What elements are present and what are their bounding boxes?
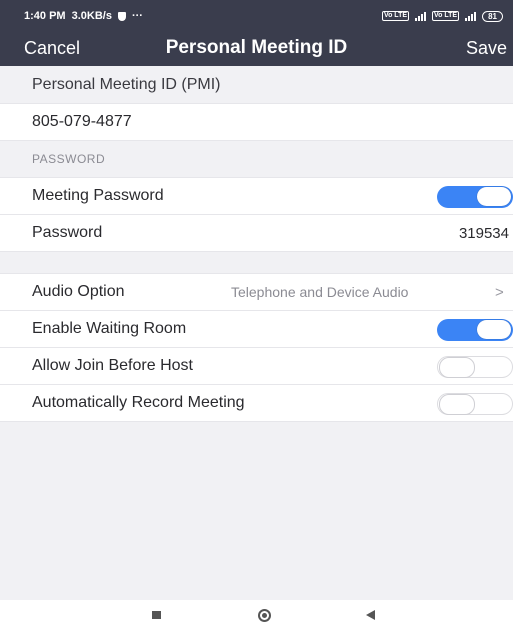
join-before-host-row[interactable]: Allow Join Before Host	[0, 348, 513, 385]
battery-icon: 81	[482, 10, 503, 22]
meeting-password-toggle[interactable]	[437, 186, 513, 208]
recent-apps-icon[interactable]	[152, 611, 161, 619]
waiting-room-toggle[interactable]	[437, 319, 513, 341]
nav-bar: Cancel Personal Meeting ID Save	[0, 32, 513, 66]
password-value[interactable]: 319534	[459, 225, 509, 242]
join-before-host-toggle[interactable]	[437, 356, 513, 378]
pmi-label-row: Personal Meeting ID (PMI)	[0, 66, 513, 104]
password-section-label: PASSWORD	[32, 152, 106, 166]
signal-icon-2	[465, 11, 477, 21]
toggle-knob	[439, 357, 475, 378]
audio-option-label: Audio Option	[32, 283, 125, 300]
signal-icon	[415, 11, 427, 21]
status-network-speed: 3.0KB/s	[71, 10, 112, 22]
password-section-header: PASSWORD	[0, 141, 513, 178]
pmi-value: 805-079-4877	[32, 113, 132, 130]
join-before-host-label: Allow Join Before Host	[32, 357, 193, 374]
auto-record-toggle[interactable]	[437, 393, 513, 415]
toggle-knob	[439, 394, 475, 415]
status-more-dots: ···	[131, 10, 143, 22]
password-label: Password	[32, 224, 103, 241]
waiting-room-row[interactable]: Enable Waiting Room	[0, 311, 513, 348]
android-nav-bar	[0, 600, 513, 627]
password-row[interactable]: Password 319534	[0, 215, 513, 252]
back-icon[interactable]	[366, 610, 375, 620]
save-button[interactable]: Save	[466, 38, 507, 59]
status-time: 1:40 PM	[24, 10, 66, 22]
waiting-room-label: Enable Waiting Room	[32, 320, 187, 337]
meeting-password-row[interactable]: Meeting Password	[0, 178, 513, 215]
meeting-password-label: Meeting Password	[32, 187, 164, 204]
volte-icon-2: Vo LTE	[432, 11, 460, 21]
toggle-knob	[477, 320, 511, 339]
home-icon[interactable]	[258, 609, 271, 622]
audio-option-row[interactable]: Audio Option Telephone and Device Audio …	[0, 274, 513, 311]
pmi-label: Personal Meeting ID (PMI)	[32, 75, 221, 93]
auto-record-row[interactable]: Automatically Record Meeting	[0, 385, 513, 422]
page-title: Personal Meeting ID	[165, 37, 348, 58]
auto-record-label: Automatically Record Meeting	[32, 394, 245, 411]
pmi-value-row: 805-079-4877	[0, 104, 513, 141]
toggle-knob	[477, 187, 511, 206]
chevron-right-icon: >	[495, 283, 504, 301]
status-bar: 1:40 PM 3.0KB/s ··· Vo LTE Vo LTE 81	[0, 0, 513, 32]
shield-icon	[117, 11, 126, 21]
audio-option-value: Telephone and Device Audio	[231, 284, 409, 300]
volte-icon: Vo LTE	[381, 11, 410, 21]
section-spacer	[0, 252, 513, 274]
